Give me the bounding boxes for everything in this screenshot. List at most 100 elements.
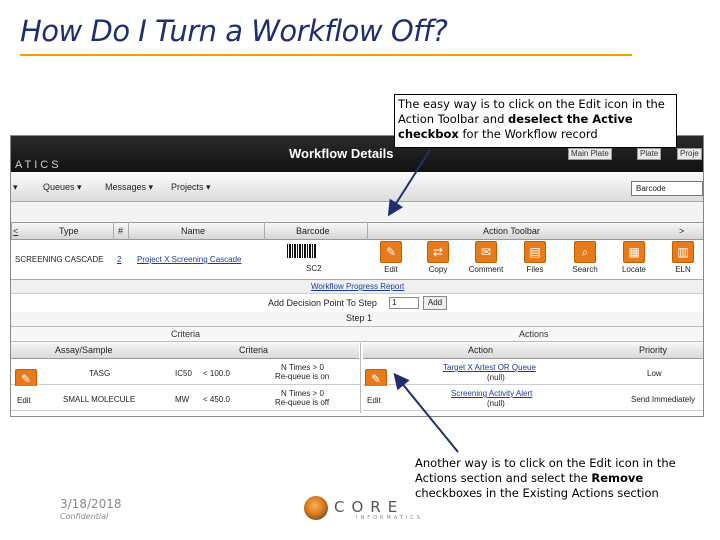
action-priority: Low [647, 369, 662, 378]
progress-report-link[interactable]: Workflow Progress Report [311, 282, 404, 291]
barcode-image [287, 244, 317, 258]
toolbar-copy-button[interactable]: ⇄ Copy [416, 241, 460, 274]
callout-text: for the Workflow record [458, 127, 598, 141]
app-name: ATICS [15, 159, 62, 171]
edit-icon: ✎ [370, 372, 382, 386]
criteria-metric: MW [175, 395, 190, 404]
toolbar-search-button[interactable]: ⌕ Search [563, 241, 607, 274]
criteria-times: N Times > 0 [281, 363, 324, 372]
action-row: Edit Screening Activity Alert (null) Sen… [363, 386, 703, 411]
criteria-row: Edit SMALL MOLECULE MW < 450.0 N Times >… [11, 386, 360, 411]
eln-icon: ▥ [672, 241, 694, 263]
step-row: Step 1 [11, 312, 703, 326]
col-assay-sample: Assay/Sample [55, 345, 113, 355]
search-type-select[interactable]: Barcode [631, 181, 703, 196]
callout-emphasis: Remove [591, 471, 644, 485]
row-type: SCREENING CASCADE [15, 255, 104, 264]
add-decision-button[interactable]: Add [423, 296, 447, 310]
criteria-requeue: Re-queue is on [275, 372, 330, 381]
core-logo-icon [304, 496, 328, 520]
action-sub: (null) [487, 373, 505, 382]
section-divider [360, 343, 361, 413]
slide-date: 3/18/2018 [60, 497, 122, 511]
action-row: ✎ Target X Artest OR Queue (null) Low [363, 360, 703, 389]
slide-title: How Do I Turn a Workflow Off? [20, 14, 448, 48]
criteria-requeue: Re-queue is off [275, 398, 330, 407]
workflow-table-header: < Type # Name Barcode Action Toolbar > [11, 222, 703, 240]
edit-label[interactable]: Edit [367, 396, 381, 405]
toolbar-label: Search [572, 265, 598, 274]
edit-icon: ✎ [380, 241, 402, 263]
toolbar-label: Comment [468, 265, 504, 274]
criteria-times: N Times > 0 [281, 389, 324, 398]
copy-icon: ⇄ [427, 241, 449, 263]
confidential-label: Confidential [60, 512, 109, 521]
action-name-link[interactable]: Target X Artest OR Queue [443, 363, 536, 372]
toolbar-eln-button[interactable]: ▥ ELN [661, 241, 703, 274]
col-num: # [118, 226, 124, 236]
project-button[interactable]: Proje [677, 148, 702, 160]
step-label: Step 1 [346, 313, 373, 323]
nav-left-link[interactable]: < [13, 226, 18, 236]
menu-queues[interactable]: Queues ▾ [43, 182, 82, 193]
criteria-assay: TASG [89, 369, 111, 378]
toolbar-label: Copy [428, 265, 448, 274]
col-action-toolbar: Action Toolbar [483, 226, 540, 236]
files-icon: ▤ [524, 241, 546, 263]
menu-bar: ▾ Queues ▾ Messages ▾ Projects ▾ Barcode [11, 172, 703, 202]
edit-icon: ✎ [20, 372, 32, 386]
actions-header: Action Priority [363, 343, 703, 359]
toolbar-files-button[interactable]: ▤ Files [513, 241, 557, 274]
actions-section-title: Actions [519, 329, 549, 339]
criteria-metric: IC50 [175, 369, 192, 378]
logo-text: CORE [334, 498, 405, 516]
progress-row: Workflow Progress Report [11, 280, 703, 294]
menu-messages[interactable]: Messages ▾ [105, 182, 153, 193]
menu-arrow[interactable]: ▾ [13, 182, 18, 193]
criteria-condition: < 450.0 [203, 395, 230, 404]
criteria-row: ✎ TASG IC50 < 100.0 N Times > 0 Re-queue… [11, 360, 360, 389]
col-criteria: Criteria [239, 345, 269, 355]
row-num-link[interactable]: 2 [117, 255, 121, 264]
menu-projects[interactable]: Projects ▾ [171, 182, 211, 193]
criteria-condition: < 100.0 [203, 369, 230, 378]
app-screenshot: ATICS Workflow Details Main Plate Plate … [10, 135, 704, 417]
toolbar-locate-button[interactable]: ▦ Locate [612, 241, 656, 274]
decision-label: Add Decision Point To Step [268, 298, 377, 308]
col-barcode: Barcode [296, 226, 330, 236]
toolbar-comment-button[interactable]: ✉ Comment [464, 241, 508, 274]
criteria-assay: SMALL MOLECULE [63, 395, 136, 404]
callout-text: checkboxes in the Existing Actions secti… [415, 486, 659, 500]
toolbar-label: Files [526, 265, 544, 274]
plate-button[interactable]: Plate [637, 148, 662, 160]
action-name-link[interactable]: Screening Activity Alert [451, 389, 532, 398]
criteria-section-title: Criteria [171, 329, 201, 339]
toolbar-label: Edit [384, 265, 398, 274]
locate-icon: ▦ [623, 241, 645, 263]
action-priority: Send Immediately [631, 395, 696, 404]
toolbar-label: Locate [621, 265, 647, 274]
nav-right-link[interactable]: > [679, 226, 684, 236]
col-priority: Priority [639, 345, 668, 355]
criteria-header: Assay/Sample Criteria [11, 343, 359, 359]
toolbar-edit-button[interactable]: ✎ Edit [369, 241, 413, 274]
content-gap [11, 202, 703, 222]
section-header: Criteria Actions [11, 326, 703, 342]
logo-subtitle: INFORMATICS [356, 515, 424, 521]
row-barcode: SC2 [306, 264, 322, 273]
page-title: Workflow Details [289, 146, 394, 161]
col-type: Type [59, 226, 79, 236]
action-sub: (null) [487, 399, 505, 408]
decision-row: Add Decision Point To Step 1 Add [11, 294, 703, 312]
callout-actions-tip: Another way is to click on the Edit icon… [411, 453, 689, 507]
edit-label[interactable]: Edit [17, 396, 31, 405]
main-plate-button[interactable]: Main Plate [568, 148, 612, 160]
col-name: Name [181, 226, 206, 236]
comment-icon: ✉ [475, 241, 497, 263]
col-action: Action [468, 345, 494, 355]
search-icon: ⌕ [574, 241, 596, 263]
toolbar-label: ELN [675, 265, 691, 274]
callout-toolbar-tip: The easy way is to click on the Edit ico… [394, 94, 677, 148]
row-name-link[interactable]: Project X Screening Cascade [137, 255, 242, 264]
decision-step-input[interactable]: 1 [389, 297, 419, 309]
